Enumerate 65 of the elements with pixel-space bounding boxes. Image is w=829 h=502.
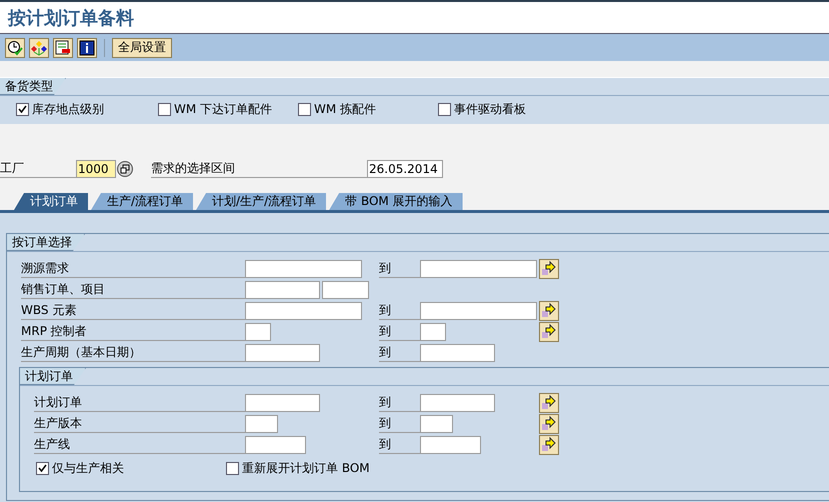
arrow-icon [541, 414, 557, 430]
network-icon[interactable] [29, 38, 49, 58]
input-field[interactable] [420, 344, 495, 362]
input-field[interactable] [420, 322, 446, 340]
input-field[interactable] [245, 414, 278, 432]
checkbox-label: 事件驱动看板 [454, 101, 526, 118]
tab[interactable]: 计划/生产/流程订单 [196, 193, 326, 210]
field-label: WBS 元素 [21, 302, 245, 320]
input-field[interactable] [245, 280, 320, 298]
group-title: 计划订单 [20, 368, 86, 385]
arrow-icon [541, 322, 557, 338]
group-title: 按订单选择 [7, 234, 85, 251]
input-field[interactable] [420, 414, 453, 432]
multiple-selection-button[interactable] [539, 392, 559, 412]
global-settings-button[interactable]: 全局设置 [112, 38, 172, 58]
input-field[interactable] [245, 436, 306, 454]
field-label: 生产线 [34, 436, 245, 454]
arrow-icon [541, 260, 557, 276]
checkbox[interactable] [158, 103, 171, 116]
checkbox-label: WM 下达订单配件 [174, 101, 272, 118]
field-label: 溯源需求 [21, 260, 245, 278]
checkbox[interactable] [16, 103, 29, 116]
input-field[interactable] [420, 436, 481, 454]
checkbox-label: 仅与生产相关 [52, 460, 124, 477]
list-icon[interactable] [53, 38, 73, 58]
multiple-selection-button[interactable] [539, 258, 559, 278]
field-label: 计划订单 [34, 394, 245, 412]
group-title: 备货类型 [0, 78, 66, 95]
field-label: 生产版本 [34, 414, 245, 432]
input-field[interactable] [420, 302, 537, 320]
multiple-selection-button[interactable] [539, 300, 559, 320]
input-field[interactable] [245, 260, 362, 278]
input-field[interactable] [245, 394, 320, 412]
input-field[interactable] [245, 322, 271, 340]
multiple-selection-button[interactable] [539, 434, 559, 454]
tab[interactable]: 带 BOM 展开的输入 [329, 193, 463, 210]
checkbox-label: WM 拣配件 [314, 101, 376, 118]
arrow-icon [541, 302, 557, 318]
input-field[interactable] [245, 344, 320, 362]
tab[interactable]: 生产/流程订单 [91, 193, 194, 210]
input-field[interactable] [420, 394, 495, 412]
arrow-icon [541, 394, 557, 410]
plant-field[interactable]: 1000 [76, 160, 116, 178]
field-label: 销售订单、项目 [21, 280, 245, 298]
multiple-selection-button[interactable] [539, 414, 559, 434]
multiple-selection-button[interactable] [539, 322, 559, 342]
field-label: MRP 控制者 [21, 322, 245, 340]
clock-check-icon[interactable] [5, 38, 25, 58]
input-field[interactable] [322, 280, 369, 298]
checkbox-label: 重新展开计划订单 BOM [242, 460, 370, 477]
window-title: 按计划订单备料 [8, 6, 134, 30]
checkbox[interactable] [438, 103, 451, 116]
info-icon[interactable] [77, 38, 97, 58]
checkbox-label: 库存地点级别 [32, 101, 104, 118]
arrow-icon [541, 436, 557, 452]
input-field[interactable] [420, 260, 537, 278]
checkbox[interactable] [226, 462, 239, 475]
period-label: 需求的选择区间 [151, 160, 367, 178]
value-help-icon[interactable] [117, 161, 133, 177]
tab[interactable]: 计划订单 [14, 193, 88, 210]
checkbox[interactable] [298, 103, 311, 116]
checkbox[interactable] [36, 462, 49, 475]
date-field[interactable]: 26.05.2014 [367, 160, 443, 178]
input-field[interactable] [245, 302, 362, 320]
field-label: 生产周期（基本日期） [21, 344, 245, 362]
